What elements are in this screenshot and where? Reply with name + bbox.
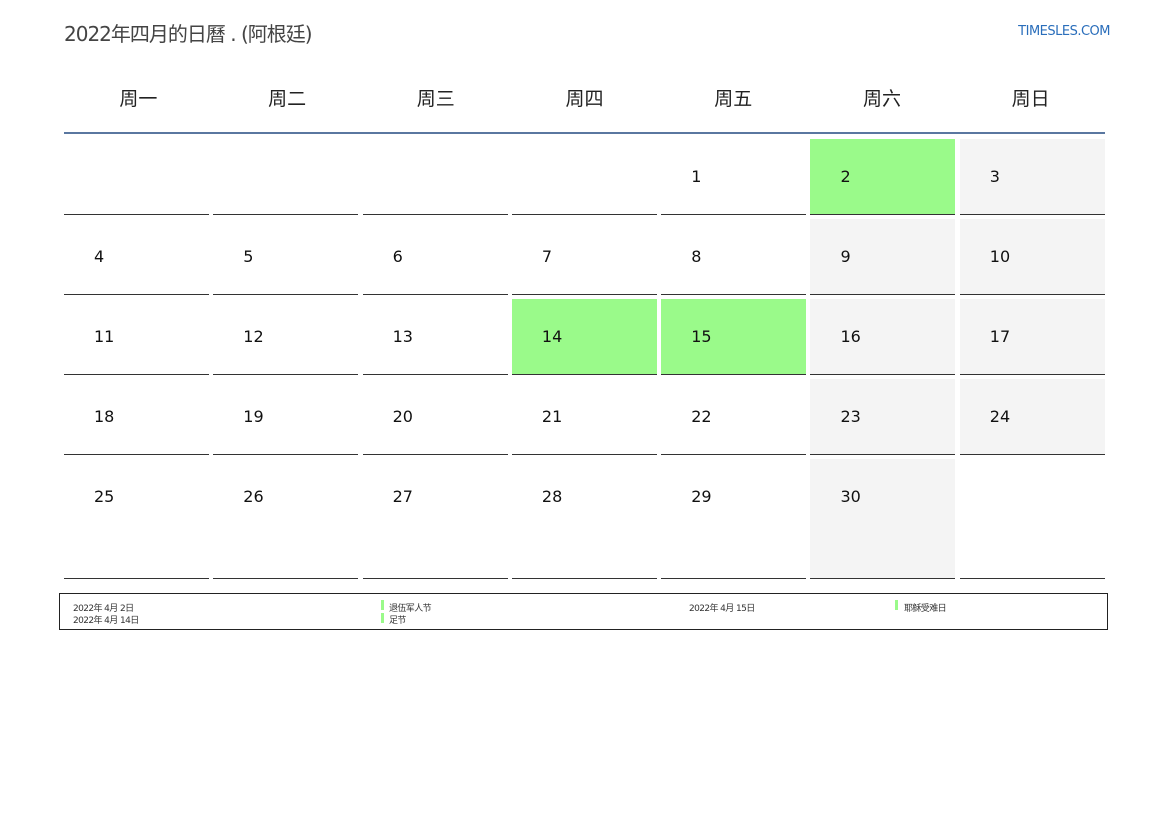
day-cell-25[interactable]: 25 <box>64 459 209 579</box>
calendar-grid: 1 2 3 4 5 6 7 8 9 10 11 12 13 14 15 16 17 18 19 20 21 22 23 24 2… <box>64 139 1109 579</box>
site-link[interactable]: TIMESLES.COM <box>1018 24 1110 39</box>
page-title: 2022年四月的日曆 . (阿根廷) <box>64 22 313 46</box>
day-number: 27 <box>392 487 413 506</box>
legend-holiday-name: 耶稣受难日 <box>904 604 947 614</box>
day-cell-16[interactable]: 16 <box>810 299 956 375</box>
day-number: 12 <box>243 327 264 346</box>
day-number: 21 <box>541 407 563 426</box>
empty-day-cell <box>362 139 508 215</box>
day-cell-13[interactable]: 13 <box>362 299 508 375</box>
holiday-legend: 2022年 4月 2日 2022年 4月 14日 退伍军人节 足节 2022年 … <box>59 593 1108 630</box>
weekday-fri: 周五 <box>714 88 753 110</box>
day-cell-17[interactable]: 17 <box>959 299 1105 375</box>
day-number: 1 <box>691 167 702 186</box>
holiday-color-marker <box>895 600 898 610</box>
day-cell-30[interactable]: 30 <box>810 459 956 579</box>
day-number: 15 <box>691 327 712 346</box>
day-cell-21[interactable]: 21 <box>511 379 657 455</box>
empty-day-cell <box>213 139 359 215</box>
legend-date: 2022年 4月 15日 <box>689 604 755 614</box>
day-cell-29[interactable]: 29 <box>661 459 807 579</box>
day-cell-4[interactable]: 4 <box>64 219 209 295</box>
day-cell-19[interactable]: 19 <box>213 379 359 455</box>
day-cell-2[interactable]: 2 <box>810 139 956 215</box>
day-cell-9[interactable]: 9 <box>810 219 956 295</box>
day-cell-5[interactable]: 5 <box>213 219 359 295</box>
weekday-wed: 周三 <box>416 88 455 110</box>
day-number: 29 <box>691 487 712 506</box>
day-number: 24 <box>989 407 1011 426</box>
day-number: 25 <box>94 487 115 506</box>
weekday-sun: 周日 <box>1011 88 1050 110</box>
day-cell-12[interactable]: 12 <box>213 299 359 375</box>
day-number: 28 <box>541 487 563 506</box>
day-number: 19 <box>243 407 264 426</box>
day-cell-10[interactable]: 10 <box>959 219 1105 295</box>
day-cell-27[interactable]: 27 <box>362 459 508 579</box>
day-number: 3 <box>989 167 1000 186</box>
day-number: 17 <box>989 327 1011 346</box>
day-cell-20[interactable]: 20 <box>362 379 508 455</box>
day-cell-15[interactable]: 15 <box>661 299 807 375</box>
day-cell-8[interactable]: 8 <box>661 219 807 295</box>
day-cell-18[interactable]: 18 <box>64 379 209 455</box>
day-number: 22 <box>691 407 712 426</box>
day-number: 4 <box>94 247 105 266</box>
day-number: 7 <box>541 247 553 266</box>
weekday-mon: 周一 <box>119 88 158 110</box>
day-number: 5 <box>243 247 254 266</box>
day-number: 9 <box>840 247 851 266</box>
day-number: 20 <box>392 407 413 426</box>
empty-day-cell <box>64 139 209 215</box>
weekday-thu: 周四 <box>565 88 604 110</box>
day-number: 14 <box>541 327 563 346</box>
day-cell-11[interactable]: 11 <box>64 299 209 375</box>
weekday-header-row: 周一 周二 周三 周四 周五 周六 周日 <box>64 80 1105 134</box>
day-number: 26 <box>243 487 264 506</box>
day-cell-24[interactable]: 24 <box>959 379 1105 455</box>
day-number: 11 <box>94 327 115 346</box>
day-cell-1[interactable]: 1 <box>661 139 807 215</box>
day-cell-6[interactable]: 6 <box>362 219 508 295</box>
day-number: 6 <box>392 247 403 266</box>
weekday-tue: 周二 <box>268 88 307 110</box>
day-cell-26[interactable]: 26 <box>213 459 359 579</box>
legend-date: 2022年 4月 14日 <box>73 616 139 626</box>
day-cell-23[interactable]: 23 <box>810 379 956 455</box>
day-number: 16 <box>840 327 861 346</box>
day-cell-28[interactable]: 28 <box>511 459 657 579</box>
holiday-color-marker <box>381 613 384 623</box>
day-number: 23 <box>840 407 861 426</box>
holiday-color-marker <box>381 600 384 610</box>
day-cell-3[interactable]: 3 <box>959 139 1105 215</box>
day-number: 13 <box>392 327 413 346</box>
legend-holiday-name: 足节 <box>389 616 406 626</box>
day-number: 30 <box>840 487 861 506</box>
day-number: 10 <box>989 247 1011 266</box>
day-cell-14[interactable]: 14 <box>511 299 657 375</box>
day-cell-7[interactable]: 7 <box>511 219 657 295</box>
weekday-sat: 周六 <box>862 88 901 110</box>
day-number: 8 <box>691 247 702 266</box>
day-number: 18 <box>94 407 115 426</box>
day-number: 2 <box>840 167 851 186</box>
day-cell-22[interactable]: 22 <box>661 379 807 455</box>
empty-day-cell <box>511 139 657 215</box>
empty-day-cell <box>959 459 1105 579</box>
